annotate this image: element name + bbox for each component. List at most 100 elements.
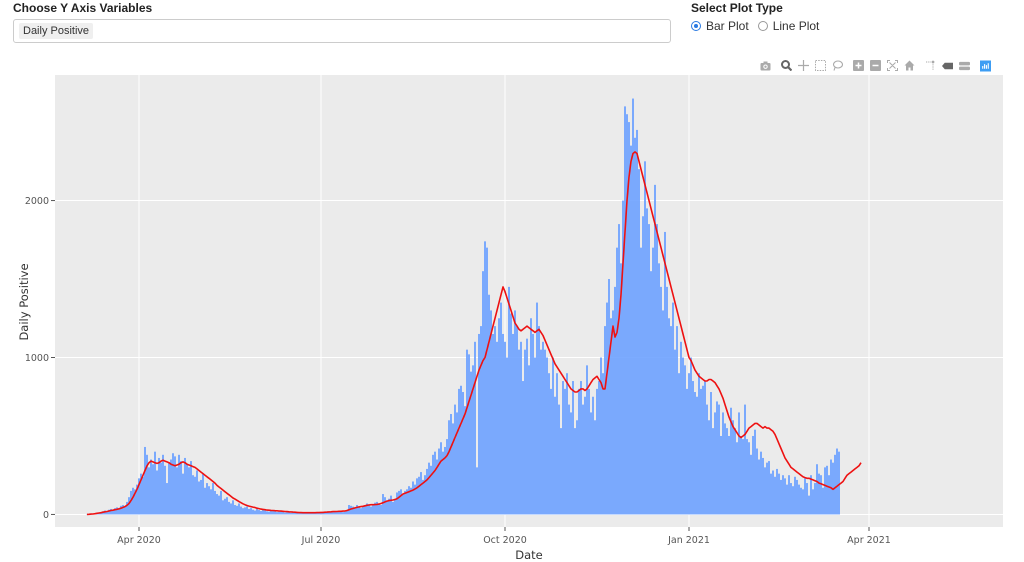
bar xyxy=(698,373,700,515)
bar xyxy=(430,465,432,515)
y-axis-variables-select[interactable]: Daily Positive xyxy=(13,19,671,43)
hover-compare-icon[interactable] xyxy=(959,60,970,71)
bar xyxy=(230,503,232,515)
bar xyxy=(342,512,344,515)
y-gridlines xyxy=(55,200,1003,515)
bar xyxy=(300,512,302,515)
bar xyxy=(350,505,352,515)
bar xyxy=(718,404,720,515)
hover-closest-icon[interactable] xyxy=(942,60,953,71)
bar xyxy=(694,392,696,515)
bar xyxy=(458,388,460,515)
bar xyxy=(336,511,338,515)
bar xyxy=(550,388,552,515)
bar xyxy=(216,494,218,515)
lasso-icon[interactable] xyxy=(832,60,843,71)
bar xyxy=(208,486,210,515)
bar xyxy=(204,487,206,515)
bar xyxy=(312,512,314,515)
bar xyxy=(424,475,426,515)
bar xyxy=(258,510,260,515)
bar xyxy=(528,365,530,515)
radio-line-plot-button[interactable] xyxy=(757,21,768,31)
bar xyxy=(144,446,146,515)
zoom-in-icon[interactable] xyxy=(853,60,864,71)
bar xyxy=(742,439,744,515)
bar xyxy=(552,357,554,515)
bar xyxy=(408,486,410,515)
bar xyxy=(530,318,532,515)
radio-line-plot[interactable]: Line Plot xyxy=(757,19,819,33)
bar xyxy=(600,357,602,515)
bar xyxy=(194,476,196,515)
bar xyxy=(122,505,124,515)
bar xyxy=(804,478,806,515)
bar xyxy=(630,145,632,515)
y-axis-variables-label: Choose Y Axis Variables xyxy=(13,1,153,15)
bar xyxy=(636,129,638,515)
plotly-logo-icon[interactable] xyxy=(980,60,991,71)
bar xyxy=(224,498,226,515)
bar xyxy=(556,373,558,515)
bar xyxy=(822,487,824,515)
bar xyxy=(800,487,802,515)
radio-bar-plot-button[interactable] xyxy=(691,21,701,31)
bar xyxy=(772,470,774,515)
bar xyxy=(598,381,600,515)
bar xyxy=(542,341,544,515)
bar xyxy=(730,407,732,515)
bar xyxy=(234,505,236,515)
bar xyxy=(162,454,164,515)
bar xyxy=(780,479,782,515)
bar xyxy=(482,271,484,515)
bar xyxy=(468,354,470,515)
bar xyxy=(686,388,688,515)
bar xyxy=(760,451,762,515)
y-tick-label: 2000 xyxy=(25,196,49,207)
bar xyxy=(802,489,804,515)
bar xyxy=(634,137,636,515)
bar xyxy=(130,490,132,515)
bar xyxy=(436,459,438,515)
bar xyxy=(514,310,516,515)
bar xyxy=(778,473,780,515)
bar xyxy=(486,247,488,515)
bar xyxy=(706,404,708,515)
chart-svg: 0 1000 2000 Apr 2020 Jul 2020 Oct 2020 Jan 20… xyxy=(17,75,1003,562)
bar xyxy=(500,302,502,515)
bar xyxy=(394,498,396,515)
bar xyxy=(202,473,204,515)
bar xyxy=(826,465,828,515)
camera-icon[interactable] xyxy=(760,60,771,71)
bar xyxy=(560,428,562,515)
spike-lines-icon[interactable] xyxy=(925,60,936,71)
x-tick-label: Apr 2020 xyxy=(117,535,161,546)
y-tick-label: 1000 xyxy=(25,353,49,364)
bar xyxy=(496,341,498,515)
bar xyxy=(654,184,656,515)
pan-icon[interactable] xyxy=(798,60,809,71)
bar xyxy=(768,461,770,515)
bar xyxy=(374,502,376,515)
radio-bar-plot[interactable]: Bar Plot xyxy=(691,19,749,33)
bar xyxy=(722,412,724,515)
bar xyxy=(366,503,368,515)
bar xyxy=(810,475,812,515)
zoom-out-icon[interactable] xyxy=(870,60,881,71)
x-axis-ticks: Apr 2020 Jul 2020 Oct 2020 Jan 2021 Apr 2021 xyxy=(117,527,891,546)
bar xyxy=(784,478,786,515)
box-select-icon[interactable] xyxy=(815,60,826,71)
bar xyxy=(118,508,120,515)
bar xyxy=(492,333,494,515)
bar xyxy=(592,396,594,515)
bar xyxy=(532,333,534,515)
bar xyxy=(838,451,840,515)
zoom-icon[interactable] xyxy=(781,60,792,71)
bar xyxy=(398,490,400,515)
bar xyxy=(302,512,304,515)
y-axis-ticks: 0 1000 2000 xyxy=(25,196,55,521)
autoscale-icon[interactable] xyxy=(887,60,898,71)
bar xyxy=(758,459,760,515)
reset-axes-icon[interactable] xyxy=(904,60,915,71)
selected-variable-chip[interactable]: Daily Positive xyxy=(19,23,94,39)
